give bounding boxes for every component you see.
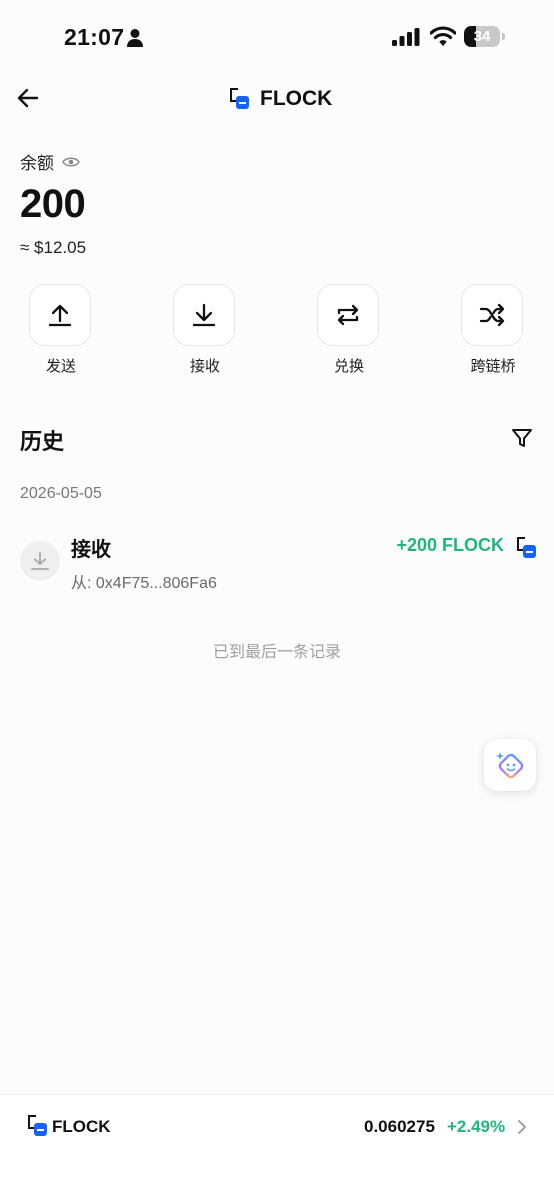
receive-button[interactable] [173,284,235,346]
tx-amount: +200 FLOCK [396,535,504,555]
bridge-button[interactable] [461,284,523,346]
flock-logo-icon [230,88,250,110]
receive-label: 接收 [189,358,220,375]
person-icon [127,29,143,47]
send-button[interactable] [29,284,91,346]
upload-icon [48,304,72,327]
send-label: 发送 [45,358,76,375]
chevron-right-icon [518,1120,526,1134]
ai-assistant-button[interactable] [484,739,536,791]
token-header: FLOCK [230,86,332,112]
swap-icon [337,304,359,326]
wifi-icon [430,26,456,46]
transaction-row[interactable]: 接收 从: 0x4F75...806Fa6 +200 FLOCK [0,528,554,594]
bridge-action[interactable]: 跨链桥 [461,284,525,376]
receive-tx-icon [20,541,60,581]
download-icon [192,303,216,327]
send-action[interactable]: 发送 [29,284,93,376]
ticker-token-name: FLOCK [52,1117,111,1136]
download-icon [31,552,49,570]
balance-amount: 200 [20,182,86,226]
balance-label: 余额 [20,154,54,173]
ticker-price: 0.060275 [364,1117,435,1136]
cellular-signal-icon [392,28,420,46]
shuffle-icon [479,303,505,327]
filter-icon[interactable] [511,427,533,449]
tx-from-address: 从: 0x4F75...806Fa6 [71,575,217,592]
history-date: 2026-05-05 [20,485,102,502]
balance-usd-value: ≈ $12.05 [20,238,87,257]
bridge-label: 跨链桥 [470,358,516,375]
battery-percent: 34 [473,28,491,45]
back-arrow-icon[interactable] [12,84,44,112]
end-of-list-note: 已到最后一条记录 [212,644,341,661]
tx-type: 接收 [71,539,111,561]
swap-action[interactable]: 兑换 [317,284,381,376]
ai-assistant-icon [496,752,524,779]
balance-label-row: 余额 [20,149,80,174]
price-ticker-bar[interactable]: FLOCK 0.060275 +2.49% [0,1094,554,1201]
flock-logo-icon [28,1115,48,1137]
battery-indicator: 34 [464,26,506,47]
ticker-change: +2.49% [447,1117,506,1136]
receive-action[interactable]: 接收 [173,284,237,376]
swap-label: 兑换 [333,358,364,375]
history-title: 历史 [20,429,65,454]
swap-button[interactable] [317,284,379,346]
flock-logo-icon [517,537,537,559]
eye-icon[interactable] [62,156,80,168]
status-time: 21:07 [64,24,125,50]
page-title: FLOCK [260,87,333,110]
